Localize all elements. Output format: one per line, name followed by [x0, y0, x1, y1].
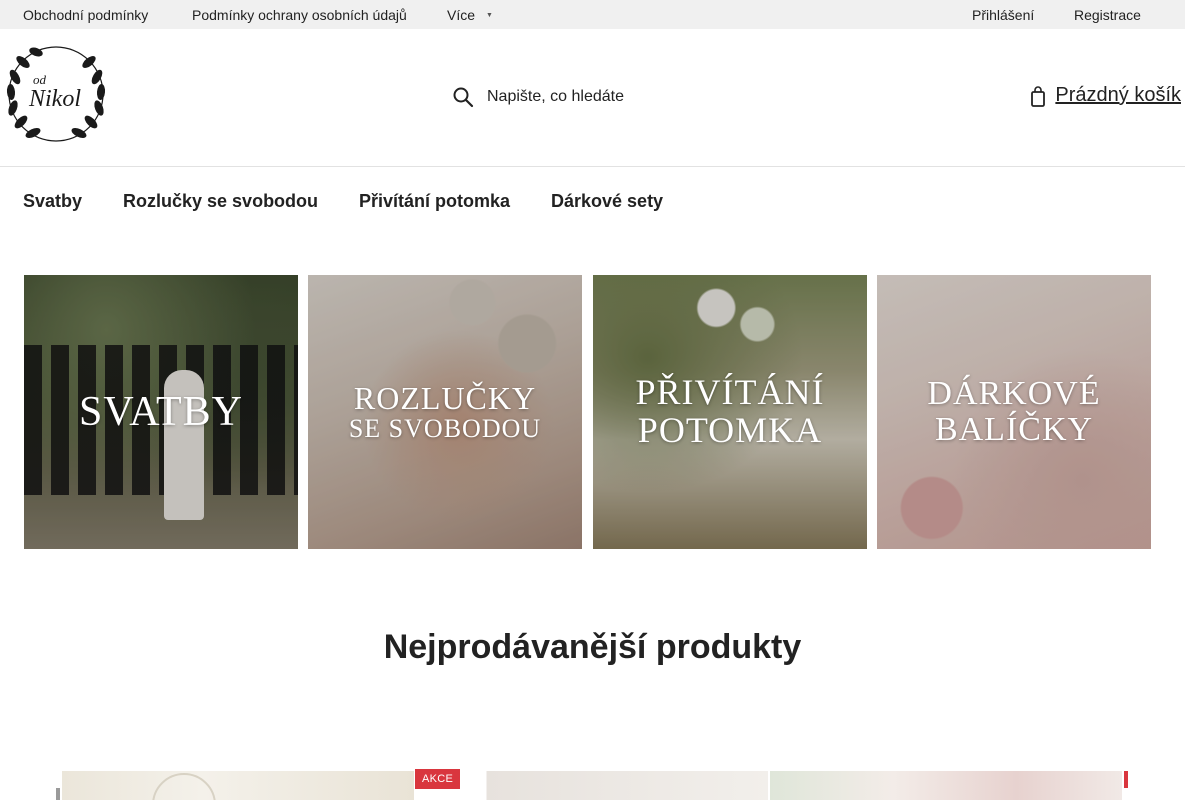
banner-title: Dárkové balíčky: [927, 375, 1101, 448]
search-input[interactable]: [487, 88, 687, 106]
product-card-image[interactable]: [62, 771, 414, 800]
cart-label: Prázdný košík: [1055, 84, 1181, 106]
link-login[interactable]: Přihlášení: [972, 7, 1034, 23]
banner-title: Přivítání potomka: [635, 372, 825, 450]
link-more[interactable]: Více: [447, 7, 475, 23]
header-divider: [0, 166, 1185, 167]
cart-button[interactable]: Prázdný košík: [1031, 84, 1181, 107]
search-bar[interactable]: [452, 84, 687, 110]
product-card-image[interactable]: [416, 771, 768, 800]
nav-item-darkove-sety[interactable]: Dárkové sety: [551, 191, 663, 212]
nav-item-svatby[interactable]: Svatby: [23, 191, 82, 212]
section-title: Nejprodávanější produkty: [383, 628, 802, 666]
logo[interactable]: od Nikol: [3, 42, 109, 146]
link-terms[interactable]: Obchodní podmínky: [23, 7, 148, 23]
search-icon[interactable]: [452, 86, 474, 108]
banner-svatby[interactable]: Svatby: [24, 275, 298, 549]
product-card-image[interactable]: [770, 771, 1122, 800]
chevron-down-icon[interactable]: ▼: [486, 12, 493, 19]
banner-title: Svatby: [79, 388, 243, 435]
carousel-edge: [56, 788, 60, 800]
top-utility-bar: Obchodní podmínky Podmínky ochrany osobn…: [0, 0, 1185, 29]
carousel-edge: [1124, 771, 1128, 788]
banner-privitani[interactable]: Přivítání potomka: [593, 275, 867, 549]
shopping-bag-icon: [1031, 85, 1046, 107]
sale-badge: AKCE: [415, 769, 461, 789]
nav-item-privitani[interactable]: Přivítání potomka: [359, 191, 510, 212]
svg-text:od: od: [33, 72, 47, 87]
svg-text:Nikol: Nikol: [28, 86, 81, 112]
link-register[interactable]: Registrace: [1074, 7, 1141, 23]
banner-title: Rozlučky se svobodou: [348, 379, 542, 444]
link-privacy[interactable]: Podmínky ochrany osobních údajů: [192, 7, 407, 23]
nav-item-rozlucky[interactable]: Rozlučky se svobodou: [123, 191, 318, 212]
banner-darkove[interactable]: Dárkové balíčky: [877, 275, 1151, 549]
banner-rozlucky[interactable]: Rozlučky se svobodou: [308, 275, 582, 549]
